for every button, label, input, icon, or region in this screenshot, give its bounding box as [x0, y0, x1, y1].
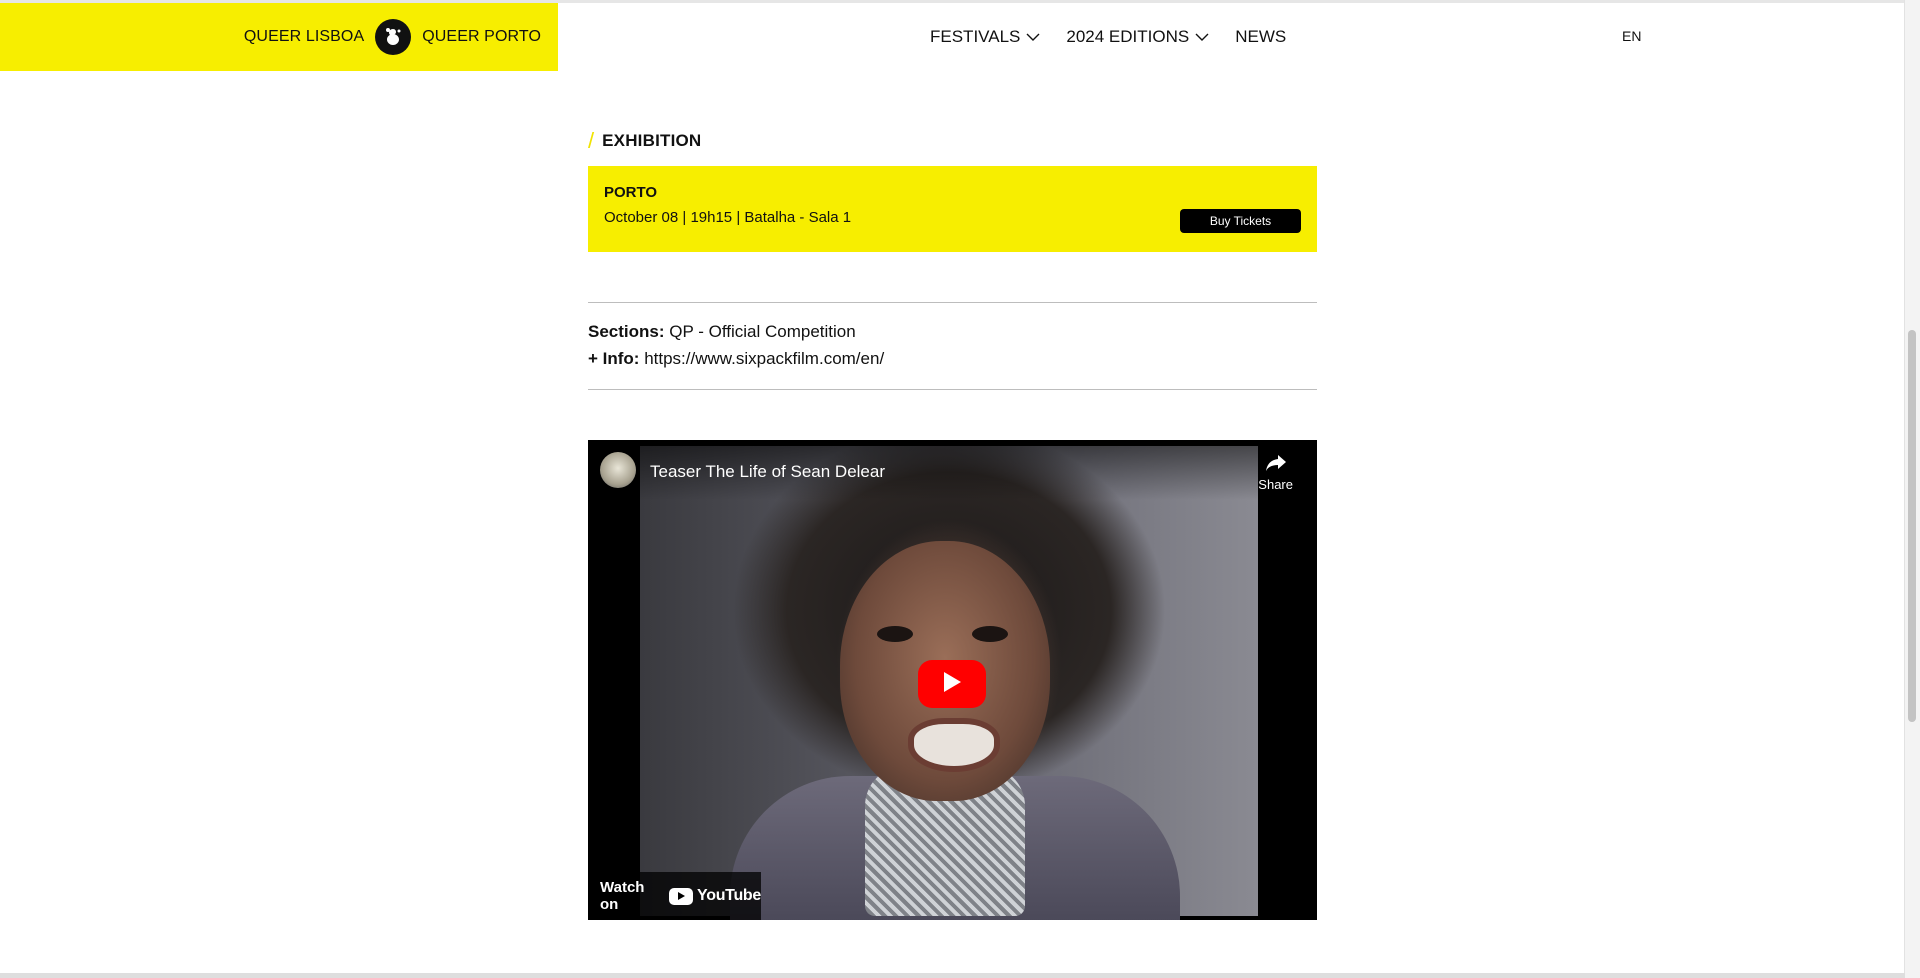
- nav-festivals-label: FESTIVALS: [930, 27, 1021, 46]
- youtube-wordmark: YouTube: [697, 887, 761, 904]
- slash-accent: /: [588, 128, 595, 153]
- info-link[interactable]: https://www.sixpackfilm.com/en/: [644, 349, 884, 368]
- scrollbar-thumb[interactable]: [1908, 330, 1916, 722]
- info-row: + Info: https://www.sixpackfilm.com/en/: [588, 349, 884, 369]
- sections-value: QP - Official Competition: [669, 322, 856, 341]
- nav-2024-editions[interactable]: 2024 EDITIONS: [1066, 27, 1209, 47]
- share-button[interactable]: Share: [1258, 454, 1293, 492]
- sections-label: Sections:: [588, 322, 665, 341]
- youtube-logo: YouTube: [669, 887, 761, 905]
- nav-news[interactable]: NEWS: [1235, 27, 1286, 47]
- video-still-eye: [877, 626, 913, 642]
- play-button[interactable]: [918, 660, 986, 708]
- nav-2024-editions-label: 2024 EDITIONS: [1066, 27, 1190, 46]
- video-title[interactable]: Teaser The Life of Sean Delear: [650, 462, 885, 482]
- chevron-down-icon: [1026, 33, 1040, 42]
- watch-on-label: Watch on: [600, 879, 645, 913]
- exhibition-heading: / EXHIBITION: [588, 128, 701, 154]
- channel-avatar[interactable]: [600, 452, 636, 488]
- chevron-down-icon: [1195, 33, 1209, 42]
- brand-bar: QUEER LISBOA QUEER PORTO: [0, 3, 558, 71]
- share-icon: [1265, 454, 1287, 475]
- divider-top: [588, 302, 1317, 303]
- language-switcher[interactable]: EN: [1622, 28, 1641, 44]
- queer-porto-link[interactable]: QUEER PORTO: [422, 28, 541, 46]
- screening-city: PORTO: [604, 184, 658, 201]
- play-icon: [942, 671, 962, 698]
- watch-on-youtube[interactable]: Watch on YouTube: [588, 872, 761, 920]
- buy-tickets-button[interactable]: Buy Tickets: [1180, 209, 1301, 233]
- screening-card: PORTO October 08 | 19h15 | Batalha - Sal…: [588, 166, 1317, 252]
- info-label: + Info:: [588, 349, 640, 368]
- youtube-embed[interactable]: Teaser The Life of Sean Delear Share Wat…: [588, 440, 1317, 920]
- main-nav: FESTIVALS 2024 EDITIONS NEWS: [930, 3, 1312, 71]
- sections-row: Sections: QP - Official Competition: [588, 322, 856, 342]
- video-still-mouth: [908, 718, 1000, 772]
- youtube-icon: [669, 887, 694, 905]
- video-still-eye: [972, 626, 1008, 642]
- nav-news-label: NEWS: [1235, 27, 1287, 46]
- nav-festivals[interactable]: FESTIVALS: [930, 27, 1040, 47]
- bottom-edge: [0, 973, 1905, 978]
- share-label: Share: [1258, 477, 1293, 492]
- divider-bottom: [588, 389, 1317, 390]
- queer-logo-icon[interactable]: [375, 19, 412, 55]
- queer-lisboa-link[interactable]: QUEER LISBOA: [244, 28, 364, 46]
- section-title: EXHIBITION: [602, 131, 702, 150]
- scrollbar[interactable]: [1904, 0, 1920, 978]
